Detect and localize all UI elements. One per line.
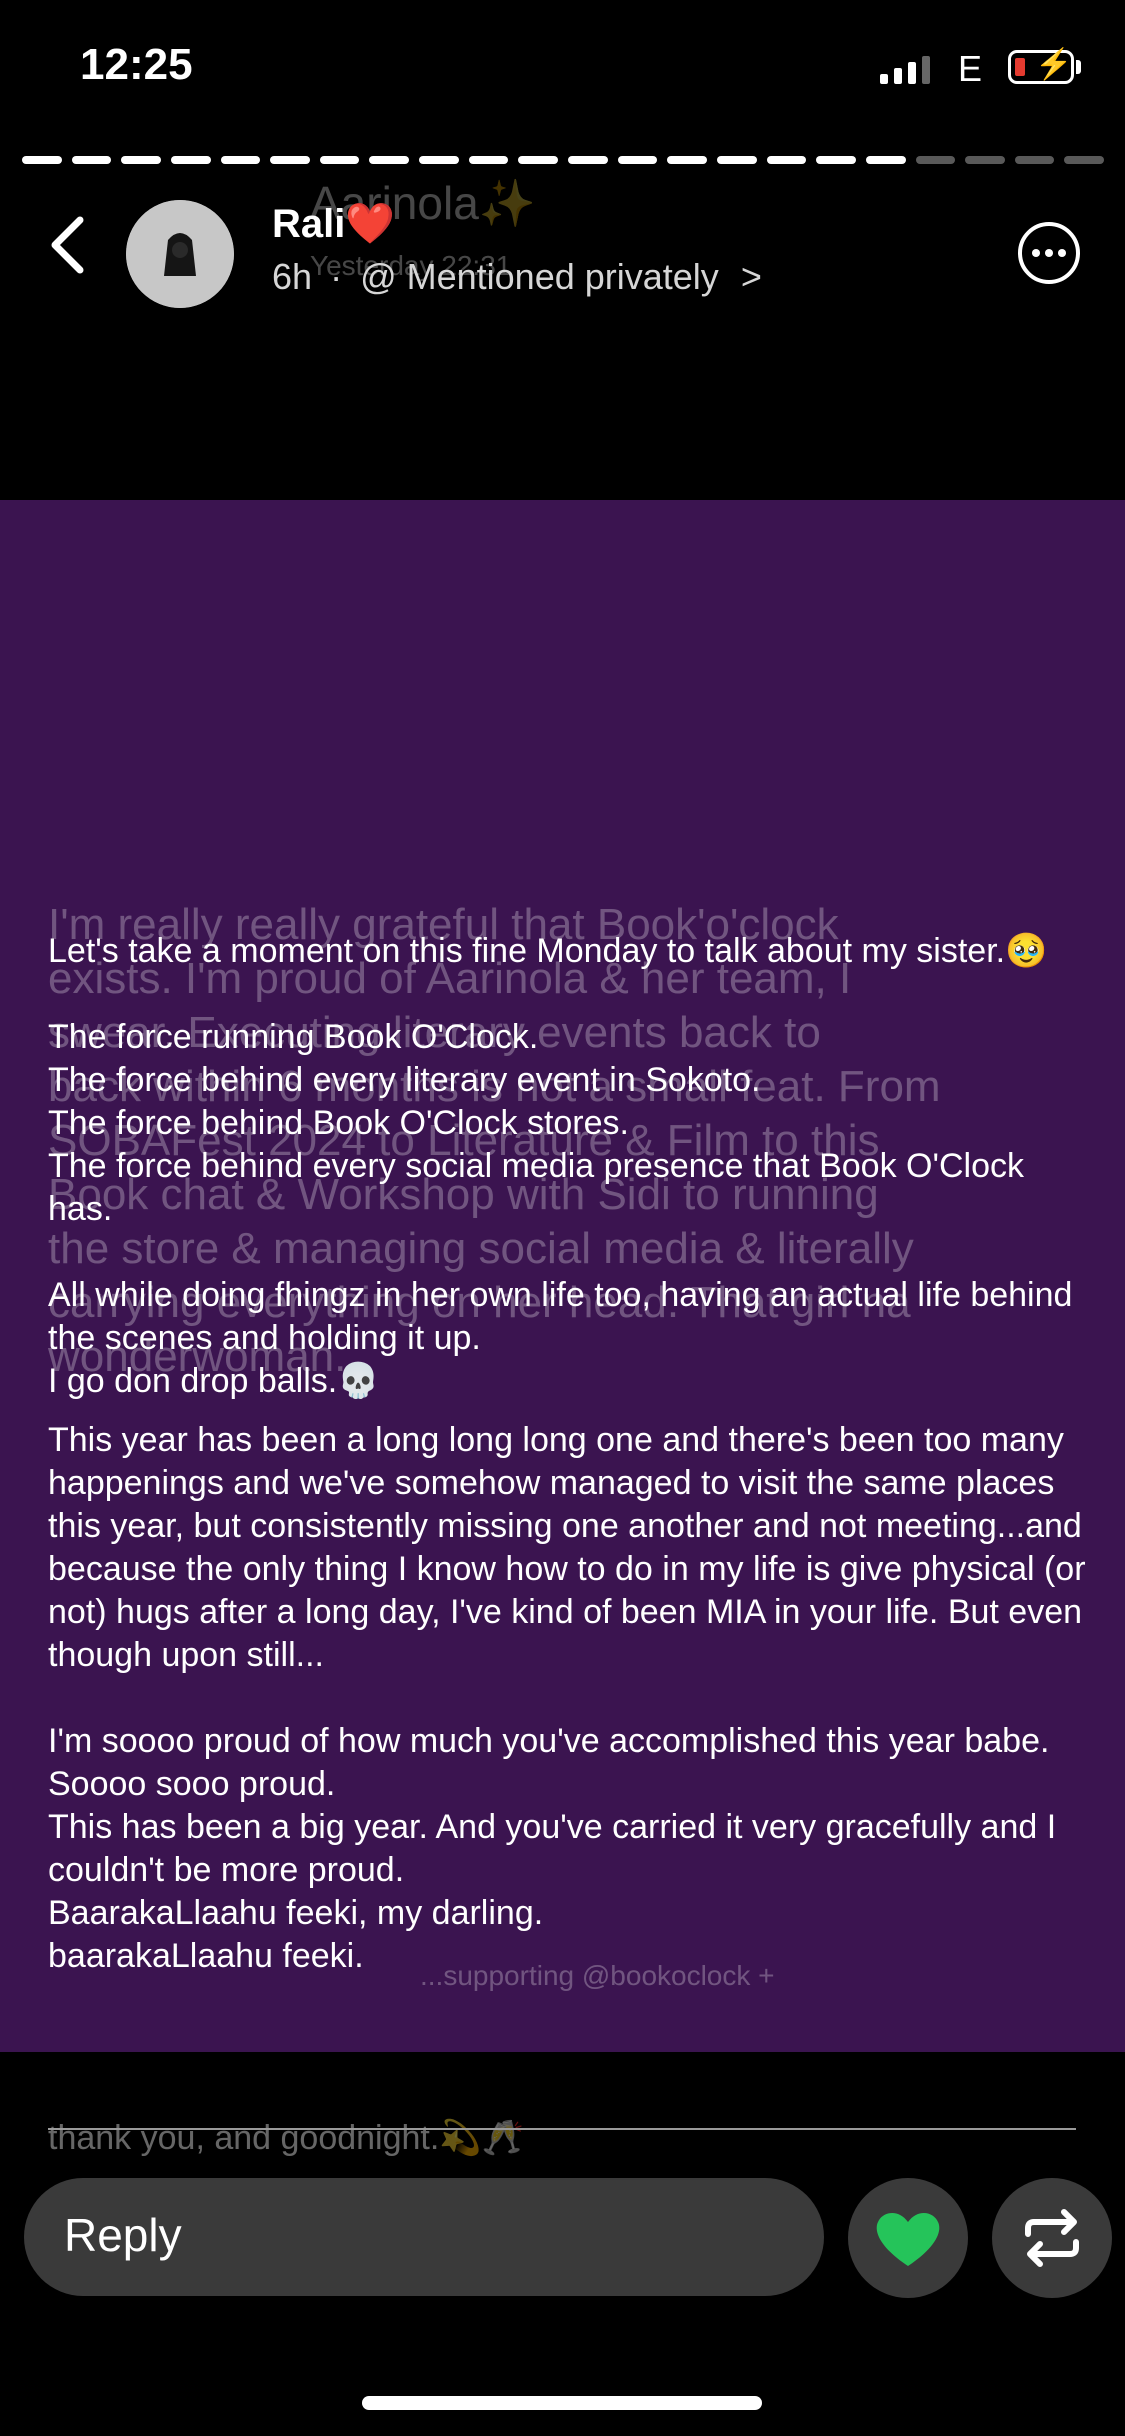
story-progress-segment [468,156,509,164]
story-progress-segment [121,156,161,164]
story-progress-segment [419,156,459,164]
story-progress-segment [915,156,956,164]
reply-placeholder: Reply [64,2209,182,2261]
caption-paragraph: This year has been a long long long one … [48,1421,1086,1674]
story-meta[interactable]: 6h · @ Mentioned privately > [272,256,762,298]
story-progress-segment [270,156,310,164]
story-progress-segment [319,156,360,164]
story-progress-segment [1064,156,1105,164]
more-options-icon[interactable] [1016,220,1082,286]
story-header: Rali❤️ 6h · @ Mentioned privately > [0,180,1125,320]
battery-cap [1076,60,1081,74]
divider [48,2128,1076,2130]
story-age: 6h [272,256,313,297]
story-progress-segment [617,156,658,164]
like-button[interactable] [848,2178,968,2298]
story-progress-segment [369,156,410,164]
story-progress-segment [71,156,112,164]
story-progress-segment [220,156,261,164]
battery-icon: ⚡ [1008,48,1074,84]
reply-input[interactable]: Reply [24,2178,824,2296]
story-progress-segment [22,156,62,164]
story-progress-segment [716,156,757,164]
repost-icon [1025,2209,1079,2267]
story-progress-segment [816,156,856,164]
ghost-footer: thank you, and goodnight.💫🥂 [48,2119,524,2157]
story-progress-segment [568,156,608,164]
story-progress-segment [865,156,906,164]
avatar-silhouette-icon [126,200,234,308]
status-time: 12:25 [80,40,193,89]
mention-label: @ Mentioned privately [360,256,719,297]
caption-paragraph: Let's take a moment on this fine Monday … [48,932,1048,970]
story-progress-segment [518,156,559,164]
caption-paragraph: I'm soooo proud of how much you've accom… [48,1722,1057,1975]
signal-icon [880,54,930,84]
author-name: Rali [272,202,346,246]
story-progress-segment [667,156,707,164]
avatar[interactable] [126,200,234,308]
chevron-right-icon: > [740,256,762,297]
story-progress-segment [1014,156,1055,164]
story-caption: Let's take a moment on this fine Monday … [48,930,1088,1978]
status-bar: 12:25 E ⚡ [0,0,1125,140]
story-progress-segment [965,156,1005,164]
caption-paragraph: The force running Book O'Clock. The forc… [48,1018,1024,1228]
story-progress-segment [766,156,807,164]
repost-button[interactable] [992,2178,1112,2298]
caption-paragraph: All while doing fhingz in her own life t… [48,1276,1073,1400]
network-label: E [958,48,983,89]
story-progress-segment [170,156,211,164]
home-indicator[interactable] [362,2396,762,2410]
story-progress-bar [22,156,1105,166]
heart-icon [876,2212,940,2266]
heart-emoji: ❤️ [345,202,396,246]
back-chevron-icon[interactable] [40,210,100,280]
story-author[interactable]: Rali❤️ [272,200,395,247]
